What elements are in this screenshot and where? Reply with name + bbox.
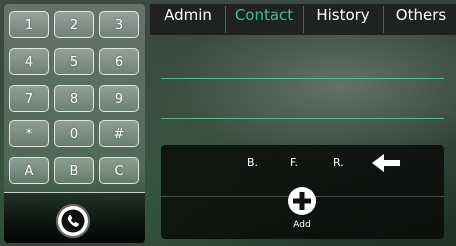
contact-line-1: [161, 78, 444, 79]
add-contact-button[interactable]: [288, 187, 316, 215]
tab-admin[interactable]: Admin: [156, 0, 220, 31]
key-8[interactable]: 8: [54, 85, 94, 112]
contact-line-2: [161, 118, 444, 119]
add-label: Add: [293, 220, 311, 230]
tab-separator: [383, 6, 384, 33]
tab-contact[interactable]: Contact: [228, 0, 300, 31]
key-hash[interactable]: #: [99, 120, 139, 147]
key-5[interactable]: 5: [54, 48, 94, 75]
key-c[interactable]: C: [99, 157, 139, 184]
key-b[interactable]: B: [54, 157, 94, 184]
tab-history[interactable]: History: [306, 0, 380, 31]
plus-icon: [293, 192, 311, 210]
key-a[interactable]: A: [9, 157, 49, 184]
key-0[interactable]: 0: [54, 120, 94, 147]
call-button[interactable]: [56, 204, 90, 238]
phone-icon: [61, 209, 85, 233]
key-star[interactable]: *: [9, 120, 49, 147]
tab-separator: [225, 6, 226, 33]
key-3[interactable]: 3: [99, 11, 139, 38]
filter-r[interactable]: R.: [333, 156, 344, 169]
key-9[interactable]: 9: [99, 85, 139, 112]
left-arrow-icon: [372, 154, 400, 172]
key-7[interactable]: 7: [9, 85, 49, 112]
key-6[interactable]: 6: [99, 48, 139, 75]
key-2[interactable]: 2: [54, 11, 94, 38]
filter-b[interactable]: B.: [247, 156, 258, 169]
key-4[interactable]: 4: [9, 48, 49, 75]
tab-others[interactable]: Others: [388, 0, 454, 31]
key-1[interactable]: 1: [9, 11, 49, 38]
back-button[interactable]: [371, 152, 401, 178]
tab-separator: [303, 6, 304, 33]
filter-f[interactable]: F.: [290, 156, 298, 169]
